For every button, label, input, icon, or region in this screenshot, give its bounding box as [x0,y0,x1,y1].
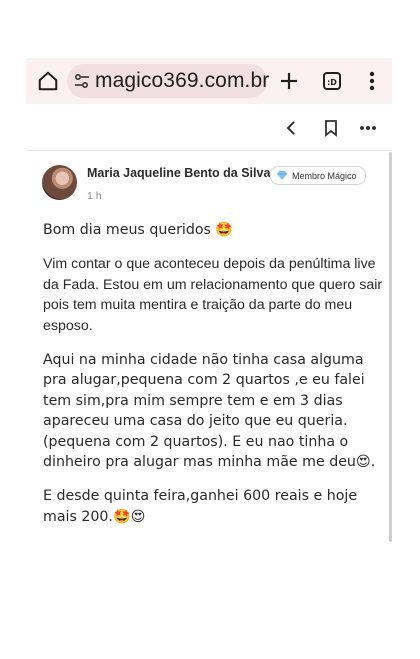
url-text[interactable]: magico369.com.br [95,68,269,94]
post-paragraph: Aqui na minha cidade não tinha casa algu… [43,352,376,471]
address-bar[interactable]: magico369.com.br [67,64,269,98]
bookmark-icon[interactable] [320,116,342,140]
page-actions-bar [26,114,392,142]
back-chevron-icon[interactable] [280,116,302,140]
post-timestamp: 1 h [87,190,102,202]
divider [26,150,392,151]
post-paragraph: Vim contar o que aconteceu depois da pen… [43,256,383,334]
kebab-menu-icon[interactable] [362,68,382,94]
post-paragraph: Bom dia meus queridos 🤩 [43,222,234,238]
author-name[interactable]: Maria Jaqueline Bento da Silva [87,166,270,180]
post-body: Bom dia meus queridos 🤩 Vim contar o que… [43,220,383,541]
gem-icon [277,171,287,180]
home-icon[interactable] [35,68,61,94]
post-paragraph: E desde quinta feira,ganhei 600 reais e … [43,488,358,525]
browser-toolbar: magico369.com.br :D [26,58,392,104]
scrollbar[interactable] [389,152,392,542]
tab-count: :D [327,78,337,87]
plus-icon[interactable] [276,68,302,94]
tab-switcher-icon[interactable]: :D [319,68,345,94]
member-badge: Membro Mágico [270,166,366,185]
more-horizontal-icon[interactable] [356,116,380,140]
tune-icon[interactable] [73,72,91,90]
badge-label: Membro Mágico [292,170,357,181]
avatar[interactable] [42,165,77,200]
